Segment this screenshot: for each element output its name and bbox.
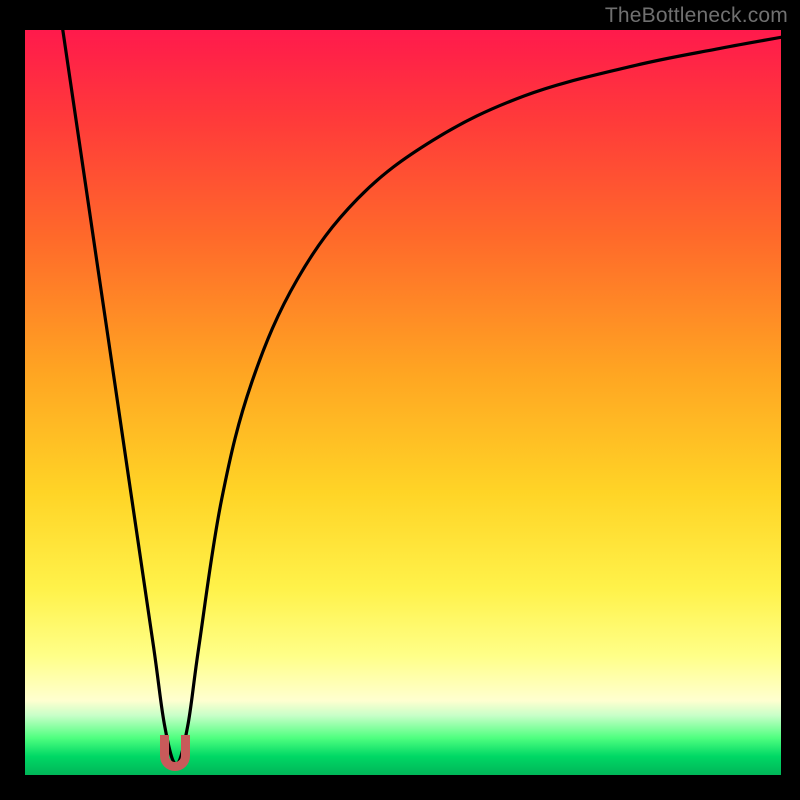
dip-marker [160,735,190,771]
plot-area [25,30,781,775]
bottleneck-curve [25,30,781,775]
curve-path [63,30,781,764]
watermark-text: TheBottleneck.com [605,4,788,28]
chart-frame: TheBottleneck.com [0,0,800,800]
